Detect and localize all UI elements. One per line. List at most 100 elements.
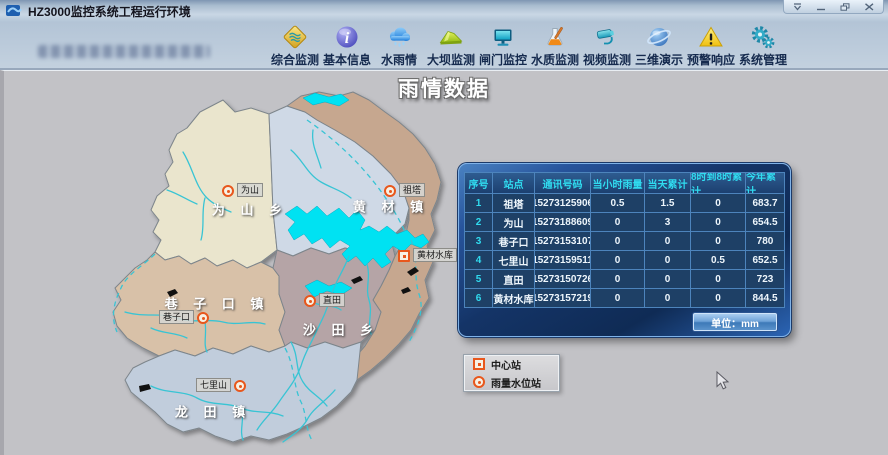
- table-cell: 15273125906: [535, 194, 591, 212]
- toolbar-label: 综合监测: [271, 51, 319, 68]
- rain-cloud-icon: [386, 24, 412, 50]
- toolbar-label: 预警响应: [687, 51, 735, 68]
- rain-data-table: 序号站点通讯号码当小时雨量当天累计8时到8时累计今年累计 1祖塔15273125…: [464, 172, 785, 308]
- camera-icon: [594, 24, 620, 50]
- unit-button[interactable]: 单位：mm: [693, 313, 777, 331]
- table-cell: 0.5: [591, 194, 645, 212]
- legend-item-rain-water-station: 雨量水位站: [473, 375, 559, 390]
- legend-item-center-station: 中心站: [473, 357, 559, 372]
- toolbar-label: 三维演示: [635, 51, 683, 68]
- table-row[interactable]: 1祖塔152731259060.51.50683.7: [465, 193, 784, 212]
- legend-label: 雨量水位站: [491, 375, 541, 390]
- station-label: 七里山: [196, 378, 231, 392]
- window-controls: [783, 0, 884, 14]
- region-longtian[interactable]: [125, 342, 361, 442]
- watershed-map[interactable]: [55, 90, 475, 455]
- table-cell: 0: [645, 289, 691, 307]
- warning-icon: [698, 24, 724, 50]
- table-body: 1祖塔152731259060.51.50683.72为山15273188609…: [465, 193, 784, 307]
- toolbar-label: 大坝监测: [427, 51, 475, 68]
- toolbar-label: 视频监测: [583, 51, 631, 68]
- table-row[interactable]: 4七里山15273159511000.5652.5: [465, 250, 784, 269]
- info-icon: i: [334, 24, 360, 50]
- window-title: HZ3000监控系统工程运行环境: [28, 3, 191, 20]
- toolbar-item-water-rain[interactable]: 水雨情: [375, 24, 423, 68]
- column-header: 当小时雨量: [591, 173, 645, 193]
- table-cell: 1.5: [645, 194, 691, 212]
- minimize-button[interactable]: [816, 3, 827, 11]
- table-cell: 直田: [493, 270, 535, 288]
- table-cell: 723: [746, 270, 784, 288]
- station-label: 直田: [319, 293, 345, 307]
- table-row[interactable]: 2为山15273188609030654.5: [465, 212, 784, 231]
- toolbar-item-3d-demo[interactable]: 三维演示: [635, 24, 683, 68]
- table-cell: 15273159511: [535, 251, 591, 269]
- table-row[interactable]: 5直田15273150726000723: [465, 269, 784, 288]
- row-index: 1: [465, 194, 493, 212]
- map-legend: 中心站 雨量水位站: [463, 354, 560, 392]
- waves-diamond-icon: [282, 24, 308, 50]
- circle-marker-icon: [384, 185, 396, 197]
- circle-marker-icon: [234, 380, 246, 392]
- column-header: 通讯号码: [535, 173, 591, 193]
- toolbar-item-dam-monitoring[interactable]: 大坝监测: [427, 24, 475, 68]
- mouse-cursor: [716, 371, 730, 391]
- circle-marker-icon: [473, 376, 485, 388]
- legend-label: 中心站: [491, 357, 521, 372]
- toolbar-label: 水质监测: [531, 51, 579, 68]
- table-cell: 15273188609: [535, 213, 591, 231]
- restore-button[interactable]: [840, 3, 851, 11]
- toolbar-item-video-monitoring[interactable]: 视频监测: [583, 24, 631, 68]
- toolbar-label: 闸门监控: [479, 51, 527, 68]
- toolbar-item-gate-control[interactable]: 闸门监控: [479, 24, 527, 68]
- row-index: 4: [465, 251, 493, 269]
- table-cell: 0: [591, 232, 645, 250]
- table-row[interactable]: 3巷子口15273153107000780: [465, 231, 784, 250]
- table-cell: 15273157219: [535, 289, 591, 307]
- row-index: 5: [465, 270, 493, 288]
- toolbar-item-water-quality[interactable]: 水质监测: [531, 24, 579, 68]
- table-cell: 844.5: [746, 289, 784, 307]
- table-cell: 祖塔: [493, 194, 535, 212]
- table-cell: 0: [645, 270, 691, 288]
- rain-data-panel: 序号站点通讯号码当小时雨量当天累计8时到8时累计今年累计 1祖塔15273125…: [458, 163, 791, 337]
- table-cell: 683.7: [746, 194, 784, 212]
- globe-icon: [646, 24, 672, 50]
- square-marker-icon: [473, 358, 485, 370]
- close-button[interactable]: [864, 3, 875, 11]
- toolbar-label: 水雨情: [381, 51, 417, 68]
- station-label: 巷子口: [159, 310, 194, 324]
- column-header: 今年累计: [746, 173, 784, 193]
- table-cell: 652.5: [746, 251, 784, 269]
- station-label: 祖塔: [399, 183, 425, 197]
- table-row[interactable]: 6黄材水库15273157219000844.5: [465, 288, 784, 307]
- table-cell: 780: [746, 232, 784, 250]
- table-cell: 0: [691, 213, 746, 231]
- toolbar-item-basic-info[interactable]: i 基本信息: [323, 24, 371, 68]
- table-cell: 0: [691, 270, 746, 288]
- table-cell: 黄材水库: [493, 289, 535, 307]
- table-cell: 为山: [493, 213, 535, 231]
- table-cell: 巷子口: [493, 232, 535, 250]
- toolbar-item-system-management[interactable]: 系统管理: [739, 24, 787, 68]
- table-cell: 0: [691, 289, 746, 307]
- column-header: 站点: [493, 173, 535, 193]
- table-cell: 15273150726: [535, 270, 591, 288]
- gears-icon: [750, 24, 776, 50]
- toolbar-label: 系统管理: [739, 51, 787, 68]
- background-artifact: [38, 45, 210, 58]
- app-logo-icon: [6, 4, 22, 18]
- table-cell: 七里山: [493, 251, 535, 269]
- table-cell: 0: [691, 232, 746, 250]
- monitor-icon: [490, 24, 516, 50]
- title-bar: HZ3000监控系统工程运行环境: [0, 0, 888, 22]
- collapse-button[interactable]: [792, 3, 803, 11]
- flask-icon: [542, 24, 568, 50]
- svg-text:i: i: [345, 30, 350, 47]
- station-label: 为山: [237, 183, 263, 197]
- table-cell: 0: [691, 194, 746, 212]
- toolbar-item-warning-response[interactable]: 预警响应: [687, 24, 735, 68]
- toolbar-item-comprehensive-monitoring[interactable]: 综合监测: [271, 24, 319, 68]
- row-index: 3: [465, 232, 493, 250]
- table-cell: 654.5: [746, 213, 784, 231]
